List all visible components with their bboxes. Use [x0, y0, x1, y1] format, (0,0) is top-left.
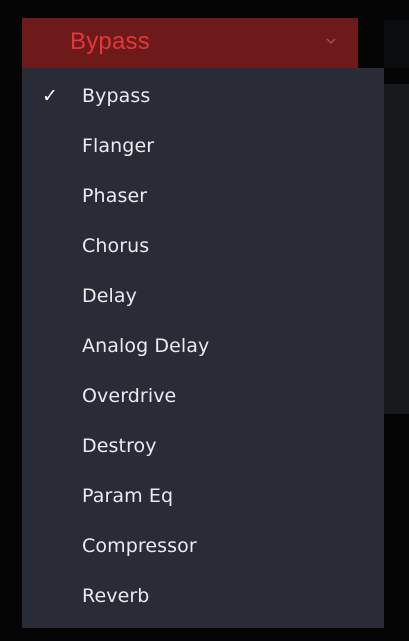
menu-item-label: Overdrive	[82, 385, 177, 407]
menu-item-chorus[interactable]: Chorus	[22, 222, 384, 272]
menu-item-param-eq[interactable]: Param Eq	[22, 472, 384, 522]
menu-item-bypass[interactable]: ✓ Bypass	[22, 72, 384, 122]
menu-item-overdrive[interactable]: Overdrive	[22, 372, 384, 422]
menu-item-label: Bypass	[82, 85, 151, 107]
menu-item-reverb[interactable]: Reverb	[22, 572, 384, 622]
menu-item-delay[interactable]: Delay	[22, 272, 384, 322]
menu-item-label: Delay	[82, 285, 137, 307]
checkmark-icon: ✓	[42, 85, 58, 107]
menu-item-label: Param Eq	[82, 485, 174, 507]
menu-item-label: Chorus	[82, 235, 150, 257]
menu-item-label: Flanger	[82, 135, 155, 157]
chevron-down-icon	[326, 38, 336, 44]
menu-item-label: Phaser	[82, 185, 148, 207]
selected-effect-value: Bypass	[70, 28, 150, 55]
menu-item-label: Reverb	[82, 585, 150, 607]
app-stage: Bypass ✓ Bypass Flanger Phaser Chorus De…	[0, 0, 409, 641]
menu-item-label: Analog Delay	[82, 335, 210, 357]
menu-item-phaser[interactable]: Phaser	[22, 172, 384, 222]
menu-item-label: Compressor	[82, 535, 197, 557]
background-panel	[384, 84, 409, 414]
menu-item-compressor[interactable]: Compressor	[22, 522, 384, 572]
background-header-strip	[384, 20, 409, 68]
effect-dropdown-menu: ✓ Bypass Flanger Phaser Chorus Delay Ana…	[22, 68, 384, 628]
menu-item-analog-delay[interactable]: Analog Delay	[22, 322, 384, 372]
menu-item-destroy[interactable]: Destroy	[22, 422, 384, 472]
menu-item-label: Destroy	[82, 435, 157, 457]
menu-item-flanger[interactable]: Flanger	[22, 122, 384, 172]
effect-dropdown-button[interactable]: Bypass	[22, 18, 358, 68]
